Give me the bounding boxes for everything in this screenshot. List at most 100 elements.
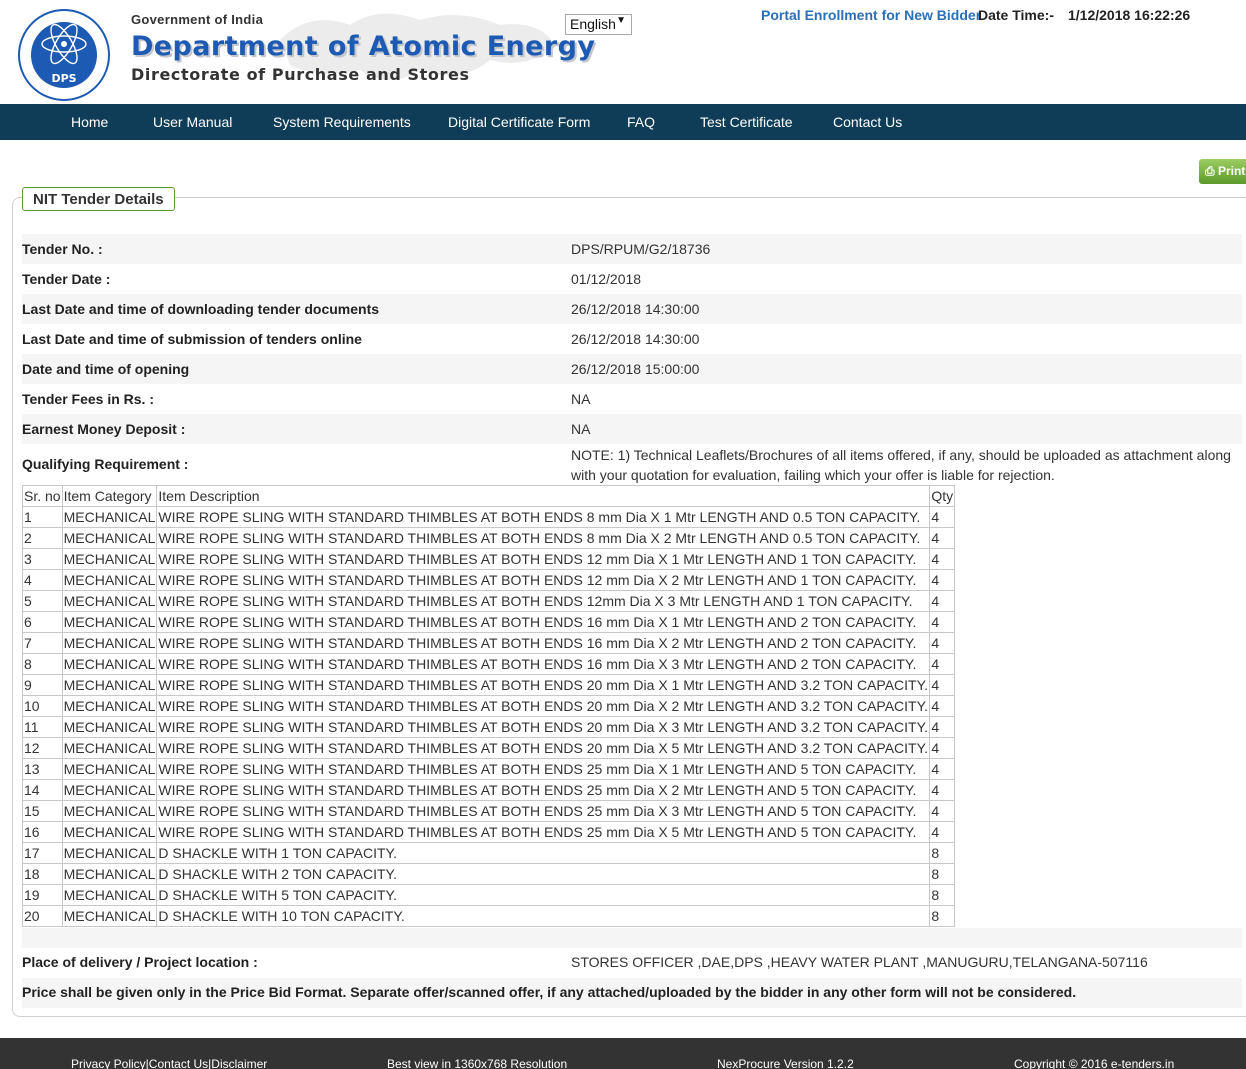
footer-version: NexProcure Version 1.2.2 xyxy=(717,1057,854,1069)
portal-enrollment-link[interactable]: Portal Enrollment for New Bidder xyxy=(761,7,981,23)
table-row: 14 MECHANICAL WIRE ROPE SLING WITH STANDAR… xyxy=(22,779,956,801)
table-cell: WIRE ROPE SLING WITH STANDARD THIMBLES A… xyxy=(156,548,931,570)
field-row: Tender No. : DPS/RPUM/G2/18736 xyxy=(22,234,1242,264)
table-cell: 8 xyxy=(929,863,956,885)
table-cell: 4 xyxy=(929,716,956,738)
table-cell: WIRE ROPE SLING WITH STANDARD THIMBLES A… xyxy=(156,506,931,528)
table-cell: MECHANICAL xyxy=(61,506,158,528)
table-cell: WIRE ROPE SLING WITH STANDARD THIMBLES A… xyxy=(156,674,931,696)
date-time: Date Time:- 1/12/2018 16:22:26 xyxy=(978,7,1191,23)
table-cell: 19 xyxy=(22,884,63,906)
table-cell: MECHANICAL xyxy=(61,695,158,717)
field-row: Tender Fees in Rs. : NA xyxy=(22,391,591,407)
column-header: Qty xyxy=(929,485,956,507)
field-row: Last Date and time of downloading tender… xyxy=(22,294,1242,324)
table-cell: 3 xyxy=(22,548,63,570)
table-row: 1 MECHANICAL WIRE ROPE SLING WITH STANDARD… xyxy=(22,506,956,528)
table-cell: 9 xyxy=(22,674,63,696)
table-cell: D SHACKLE WITH 1 TON CAPACITY. xyxy=(156,842,931,864)
delivery-row: Place of delivery / Project location : S… xyxy=(22,954,1148,970)
table-cell: MECHANICAL xyxy=(61,674,158,696)
nav-digital-certificate-form[interactable]: Digital Certificate Form xyxy=(448,114,590,130)
table-row: 19 MECHANICAL D SHACKLE WITH 5 TON CAPACIT… xyxy=(22,884,956,906)
table-cell: 18 xyxy=(22,863,63,885)
table-cell: WIRE ROPE SLING WITH STANDARD THIMBLES A… xyxy=(156,653,931,675)
table-cell: MECHANICAL xyxy=(61,653,158,675)
items-table: Sr. no Item Category Item Description Qty 1 M… xyxy=(22,485,956,927)
table-row: 18 MECHANICAL D SHACKLE WITH 2 TON CAPACIT… xyxy=(22,863,956,885)
price-note: Price shall be given only in the Price B… xyxy=(22,984,1077,1000)
table-row: 20 MECHANICAL D SHACKLE WITH 10 TON CAPACI… xyxy=(22,905,956,927)
table-cell: 15 xyxy=(22,800,63,822)
table-cell: 4 xyxy=(929,506,956,528)
table-cell: 4 xyxy=(929,611,956,633)
table-row: 12 MECHANICAL WIRE ROPE SLING WITH STANDAR… xyxy=(22,737,956,759)
nav-contact-us[interactable]: Contact Us xyxy=(833,114,902,130)
table-cell: 8 xyxy=(929,842,956,864)
column-header: Item Description xyxy=(156,485,931,507)
nav-home[interactable]: Home xyxy=(71,114,108,130)
table-cell: WIRE ROPE SLING WITH STANDARD THIMBLES A… xyxy=(156,590,931,612)
table-cell: 4 xyxy=(929,590,956,612)
table-row: 10 MECHANICAL WIRE ROPE SLING WITH STANDAR… xyxy=(22,695,956,717)
site-footer: Privacy Policy|Contact Us|Disclaimer Bes… xyxy=(0,1038,1246,1069)
field-row: Earnest Money Deposit : NA xyxy=(22,414,1242,444)
svg-text:DPS: DPS xyxy=(51,72,76,85)
department-title: Department of Atomic Energy xyxy=(131,31,596,62)
printer-icon: ⎙ xyxy=(1205,164,1215,178)
column-header: Sr. no xyxy=(22,485,63,507)
table-cell: 8 xyxy=(22,653,63,675)
table-cell: 4 xyxy=(22,569,63,591)
print-button[interactable]: ⎙ Print xyxy=(1199,159,1246,184)
main-nav: Home User Manual System Requirements Dig… xyxy=(0,104,1246,140)
nav-user-manual[interactable]: User Manual xyxy=(153,114,232,130)
table-cell: 2 xyxy=(22,527,63,549)
nav-test-certificate[interactable]: Test Certificate xyxy=(700,114,793,130)
column-header: Item Category xyxy=(61,485,158,507)
government-label: Government of India xyxy=(131,12,264,27)
table-row: 8 MECHANICAL WIRE ROPE SLING WITH STANDARD… xyxy=(22,653,956,675)
table-cell: 4 xyxy=(929,632,956,654)
table-cell: 4 xyxy=(929,800,956,822)
table-cell: 7 xyxy=(22,632,63,654)
field-row: Date and time of opening 26/12/2018 15:0… xyxy=(22,354,1242,384)
footer-links[interactable]: Privacy Policy|Contact Us|Disclaimer xyxy=(71,1057,267,1069)
table-cell: 12 xyxy=(22,737,63,759)
table-cell: WIRE ROPE SLING WITH STANDARD THIMBLES A… xyxy=(156,800,931,822)
table-cell: MECHANICAL xyxy=(61,632,158,654)
site-header: DPS Government of India Department of At… xyxy=(0,0,1246,104)
table-cell: WIRE ROPE SLING WITH STANDARD THIMBLES A… xyxy=(156,737,931,759)
table-cell: WIRE ROPE SLING WITH STANDARD THIMBLES A… xyxy=(156,527,931,549)
table-cell: MECHANICAL xyxy=(61,611,158,633)
table-cell: MECHANICAL xyxy=(61,569,158,591)
table-cell: WIRE ROPE SLING WITH STANDARD THIMBLES A… xyxy=(156,779,931,801)
field-row: Tender Date : 01/12/2018 xyxy=(22,271,642,287)
table-cell: 4 xyxy=(929,695,956,717)
table-row: 4 MECHANICAL WIRE ROPE SLING WITH STANDARD… xyxy=(22,569,956,591)
table-row: 11 MECHANICAL WIRE ROPE SLING WITH STANDAR… xyxy=(22,716,956,738)
table-cell: MECHANICAL xyxy=(61,842,158,864)
table-row: 2 MECHANICAL WIRE ROPE SLING WITH STANDARD… xyxy=(22,527,956,549)
table-cell: 10 xyxy=(22,695,63,717)
price-note-row: Price shall be given only in the Price B… xyxy=(22,978,1242,1008)
table-cell: MECHANICAL xyxy=(61,590,158,612)
nav-faq[interactable]: FAQ xyxy=(627,114,655,130)
table-cell: MECHANICAL xyxy=(61,821,158,843)
table-cell: 4 xyxy=(929,779,956,801)
table-cell: 1 xyxy=(22,506,63,528)
table-row: 5 MECHANICAL WIRE ROPE SLING WITH STANDARD… xyxy=(22,590,956,612)
language-select[interactable]: English ▼ xyxy=(565,14,632,35)
table-cell: 8 xyxy=(929,905,956,927)
dps-logo: DPS xyxy=(18,9,110,101)
table-row: 7 MECHANICAL WIRE ROPE SLING WITH STANDARD… xyxy=(22,632,956,654)
table-cell: WIRE ROPE SLING WITH STANDARD THIMBLES A… xyxy=(156,569,931,591)
table-header-row: Sr. no Item Category Item Description Qty xyxy=(22,485,956,507)
table-cell: D SHACKLE WITH 2 TON CAPACITY. xyxy=(156,863,931,885)
table-cell: 4 xyxy=(929,821,956,843)
table-cell: 4 xyxy=(929,737,956,759)
table-cell: MECHANICAL xyxy=(61,779,158,801)
table-row: 15 MECHANICAL WIRE ROPE SLING WITH STANDAR… xyxy=(22,800,956,822)
nav-system-requirements[interactable]: System Requirements xyxy=(273,114,411,130)
table-cell: MECHANICAL xyxy=(61,800,158,822)
table-row: 13 MECHANICAL WIRE ROPE SLING WITH STANDAR… xyxy=(22,758,956,780)
